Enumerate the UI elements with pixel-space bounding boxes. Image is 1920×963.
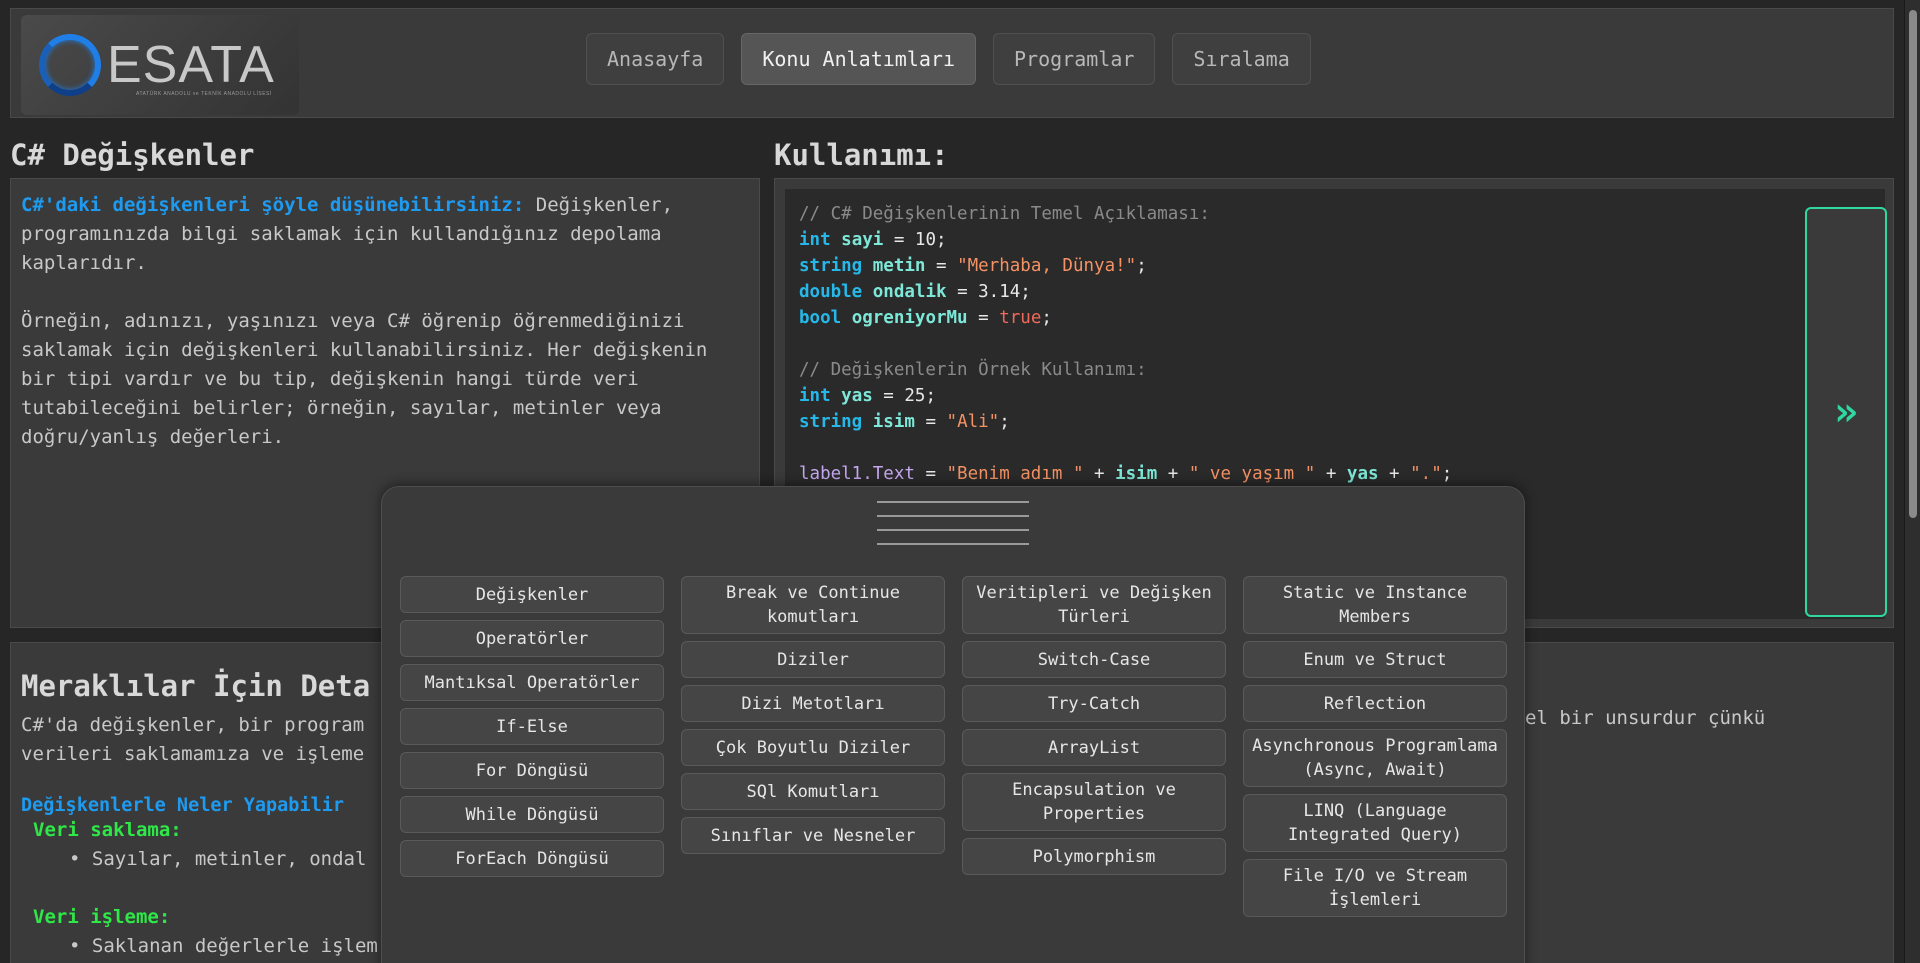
code-keyword: bool: [799, 308, 842, 328]
code-keyword: string: [799, 412, 863, 432]
page-scrollbar[interactable]: [1904, 0, 1920, 963]
topic-menu-item[interactable]: Veritipleri ve Değişken Türleri: [962, 576, 1226, 634]
code-string: "Benim adım ": [946, 464, 1084, 484]
site-logo[interactable]: ESATA ATATÜRK ANADOLU ve TEKNİK ANADOLU …: [21, 15, 299, 115]
usage-title: Kullanımı:: [774, 138, 949, 172]
code-variable: ogreniyorMu: [851, 308, 968, 328]
code-string: "Merhaba, Dünya!": [957, 256, 1137, 276]
scrollbar-thumb[interactable]: [1909, 10, 1917, 518]
main-nav: Anasayfa Konu Anlatımları Programlar Sır…: [586, 33, 1311, 85]
explanation-highlight: C#'daki değişkenleri şöyle düşünebilirsi…: [21, 194, 525, 216]
code-semicolon: ;: [936, 230, 947, 250]
run-code-button[interactable]: »: [1805, 207, 1887, 617]
topic-menu-item[interactable]: Switch-Case: [962, 641, 1226, 678]
topic-menu-item[interactable]: Polymorphism: [962, 838, 1226, 875]
code-semicolon: ;: [1441, 464, 1453, 484]
topic-menu-item[interactable]: File I/O ve Stream İşlemleri: [1243, 859, 1507, 917]
topics-column-3: Veritipleri ve Değişken Türleri Switch-Ca…: [962, 576, 1226, 917]
topic-menu-item[interactable]: ForEach Döngüsü: [400, 840, 664, 877]
logo-ring-icon: [39, 34, 101, 96]
nav-anasayfa[interactable]: Anasayfa: [586, 33, 725, 85]
code-operator: +: [1157, 464, 1189, 484]
topic-menu-item[interactable]: Değişkenler: [400, 576, 664, 613]
code-variable: yas: [1346, 464, 1379, 484]
code-semicolon: ;: [999, 412, 1010, 432]
code-variable: isim: [872, 412, 915, 432]
logo-text: ESATA: [107, 36, 275, 94]
topic-menu-item[interactable]: Sınıflar ve Nesneler: [681, 817, 945, 854]
code-operator: +: [1083, 464, 1116, 484]
code-operator: =: [883, 230, 915, 250]
code-variable: ondalik: [872, 282, 947, 302]
code-operator: =: [914, 412, 947, 432]
page: ESATA ATATÜRK ANADOLU ve TEKNİK ANADOLU …: [0, 0, 1904, 963]
topic-menu-item[interactable]: LINQ (Language Integrated Query): [1243, 794, 1507, 852]
topic-menu-item[interactable]: Enum ve Struct: [1243, 641, 1507, 678]
topic-menu-item[interactable]: Break ve Continue komutları: [681, 576, 945, 634]
topic-menu-item[interactable]: Encapsulation ve Properties: [962, 773, 1226, 831]
drag-handle-icon[interactable]: [877, 501, 1029, 545]
topic-menu-item[interactable]: Çok Boyutlu Diziler: [681, 729, 945, 766]
nav-konu-anlatimlari[interactable]: Konu Anlatımları: [741, 33, 976, 85]
topic-menu-item[interactable]: Try-Catch: [962, 685, 1226, 722]
topic-menu-item[interactable]: Static ve Instance Members: [1243, 576, 1507, 634]
code-boolean: true: [999, 308, 1042, 328]
code-operator: +: [1315, 464, 1347, 484]
code-operator: =: [925, 256, 958, 276]
explanation-paragraph-1: C#'daki değişkenleri şöyle düşünebilirsi…: [21, 191, 749, 278]
topic-menu-item[interactable]: Diziler: [681, 641, 945, 678]
code-keyword: string: [799, 256, 863, 276]
code-string: ".": [1410, 464, 1442, 484]
topics-column-2: Break ve Continue komutları Diziler Dizi M…: [681, 576, 945, 917]
code-operator: +: [1378, 464, 1411, 484]
topic-menu-item[interactable]: While Döngüsü: [400, 796, 664, 833]
lesson-title: C# Değişkenler: [10, 138, 255, 172]
topics-column-4: Static ve Instance Members Enum ve Struct…: [1243, 576, 1507, 917]
code-keyword: int: [799, 386, 831, 406]
topic-menu-item[interactable]: Reflection: [1243, 685, 1507, 722]
double-chevron-right-icon: »: [1833, 389, 1859, 435]
code-operator: =: [872, 386, 905, 406]
code-value: 25: [904, 386, 926, 406]
code-semicolon: ;: [1020, 282, 1031, 302]
code-object: label1.Text: [799, 464, 915, 484]
nav-programlar[interactable]: Programlar: [992, 33, 1156, 85]
code-text: // C# Değişkenlerinin Temel Açıklaması: …: [799, 201, 1452, 487]
site-header: ESATA ATATÜRK ANADOLU ve TEKNİK ANADOLU …: [10, 8, 1894, 118]
code-string: "Ali": [946, 412, 1000, 432]
topic-menu-item[interactable]: SQl Komutları: [681, 773, 945, 810]
code-operator: =: [967, 308, 1000, 328]
topic-menu-item[interactable]: Dizi Metotları: [681, 685, 945, 722]
code-variable: isim: [1115, 464, 1158, 484]
code-string: " ve yaşım ": [1188, 464, 1316, 484]
code-comment: // C# Değişkenlerinin Temel Açıklaması:: [799, 204, 1210, 224]
topic-menu-item[interactable]: If-Else: [400, 708, 664, 745]
logo-subtitle: ATATÜRK ANADOLU ve TEKNİK ANADOLU LİSESİ: [136, 91, 272, 97]
code-variable: metin: [872, 256, 926, 276]
topic-menu-item[interactable]: For Döngüsü: [400, 752, 664, 789]
code-keyword: int: [799, 230, 831, 250]
code-semicolon: ;: [1136, 256, 1147, 276]
code-value: 3.14: [978, 282, 1021, 302]
nav-siralama[interactable]: Sıralama: [1172, 33, 1311, 85]
topic-menu-item[interactable]: Asynchronous Programlama (Async, Await): [1243, 729, 1507, 787]
details-text-right: el bir unsurdur çünkü: [1525, 707, 1766, 729]
code-semicolon: ;: [925, 386, 936, 406]
code-variable: yas: [841, 386, 873, 406]
topics-column-1: Değişkenler Operatörler Mantıksal Operatör…: [400, 576, 664, 917]
topics-grid: Değişkenler Operatörler Mantıksal Operatör…: [400, 576, 1507, 917]
topic-menu-item[interactable]: Operatörler: [400, 620, 664, 657]
code-operator: =: [946, 282, 979, 302]
code-semicolon: ;: [1041, 308, 1052, 328]
code-value: 10: [914, 230, 936, 250]
topic-menu-item[interactable]: Mantıksal Operatörler: [400, 664, 664, 701]
code-variable: sayi: [841, 230, 884, 250]
code-comment: // Değişkenlerin Örnek Kullanımı:: [799, 360, 1147, 380]
explanation-paragraph-2: Örneğin, adınızı, yaşınızı veya C# öğren…: [21, 310, 708, 448]
code-keyword: double: [799, 282, 863, 302]
topics-menu: Değişkenler Operatörler Mantıksal Operatör…: [381, 486, 1525, 963]
code-operator: =: [914, 464, 947, 484]
topic-menu-item[interactable]: ArrayList: [962, 729, 1226, 766]
